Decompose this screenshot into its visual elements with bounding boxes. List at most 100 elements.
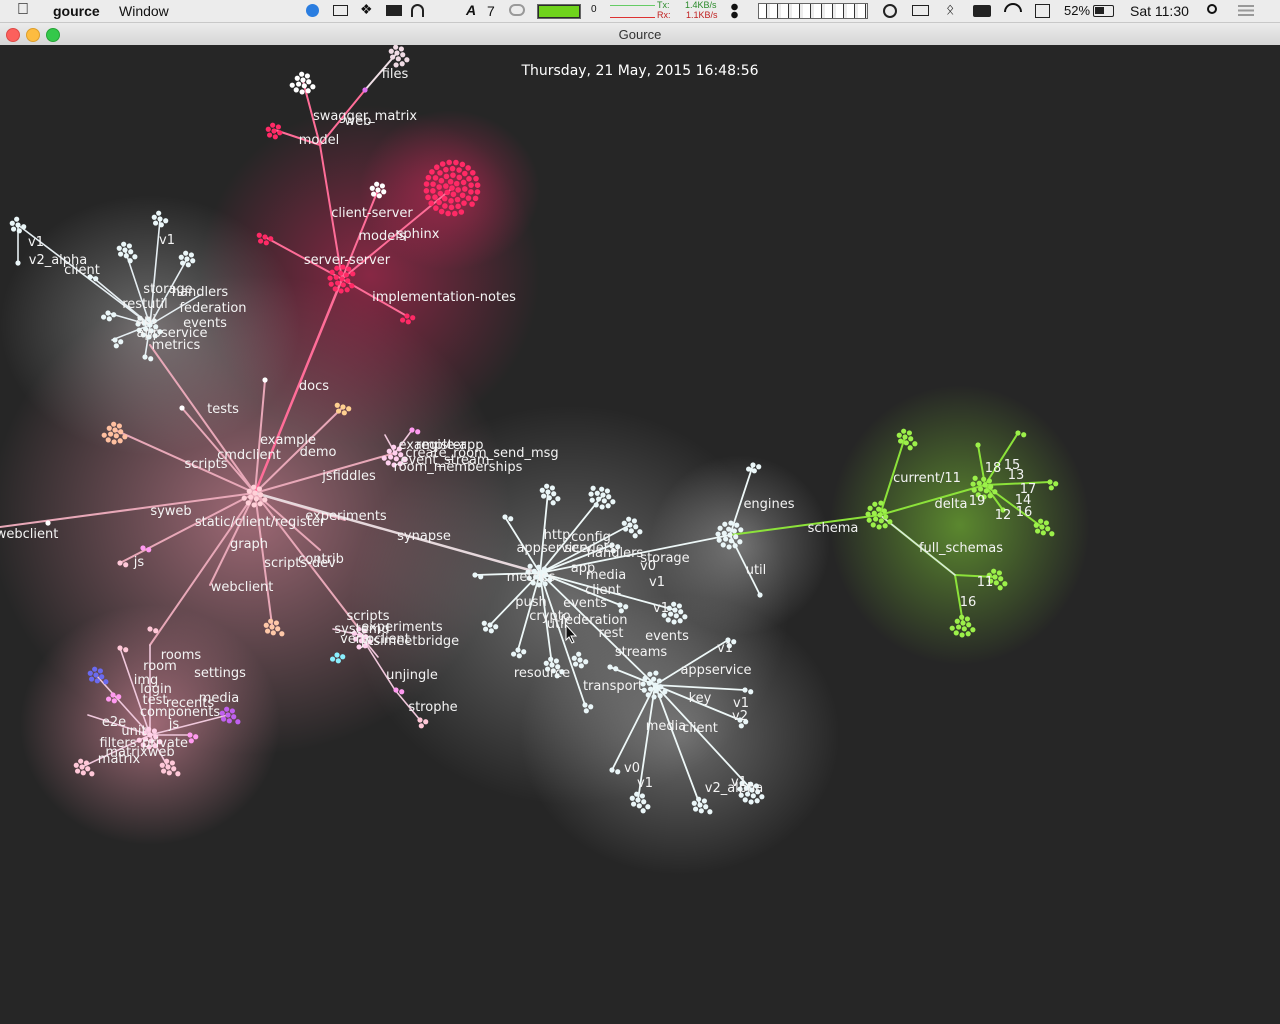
file-node: [652, 682, 658, 688]
gource-visualization[interactable]: files swagger_matrix web model client-server…: [0, 45, 1280, 1024]
file-node: [1043, 520, 1049, 526]
file-node: [645, 692, 651, 698]
file-node: [544, 483, 550, 489]
directory-label: matrix: [98, 752, 141, 767]
search-icon[interactable]: [1207, 4, 1217, 14]
file-node: [153, 628, 159, 634]
menu-window[interactable]: Window: [119, 3, 169, 19]
file-node: [338, 288, 344, 294]
calendar-icon[interactable]: [1035, 4, 1050, 18]
file-node: [639, 793, 645, 799]
headphones-icon[interactable]: [411, 4, 424, 17]
file-node: [590, 485, 596, 491]
file-node: [438, 208, 445, 215]
file-node: [369, 185, 375, 191]
file-node: [635, 797, 641, 803]
file-node: [375, 187, 381, 193]
file-node: [395, 56, 401, 62]
photo-icon[interactable]: [333, 5, 348, 16]
file-node: [112, 427, 118, 433]
file-node: [991, 568, 997, 574]
keyboard-icon[interactable]: [973, 5, 991, 17]
file-node: [335, 280, 341, 286]
file-node: [21, 224, 27, 230]
file-node: [443, 173, 450, 180]
file-node: [374, 181, 380, 187]
menu-app-name[interactable]: gource: [53, 3, 100, 19]
file-node: [728, 520, 734, 526]
file-node: [605, 503, 611, 509]
file-node: [901, 428, 907, 434]
file-node: [123, 562, 129, 568]
file-node: [117, 560, 123, 566]
file-node: [571, 655, 577, 661]
file-node: [966, 622, 972, 628]
directory-label: streams: [615, 645, 668, 660]
file-node: [960, 620, 966, 626]
file-node: [279, 631, 285, 637]
file-node: [998, 576, 1004, 582]
directory-label: media: [199, 691, 240, 706]
file-node: [455, 187, 461, 193]
file-node: [468, 182, 474, 188]
file-node: [148, 356, 154, 362]
file-node: [87, 670, 93, 676]
clock[interactable]: Sat 11:30: [1130, 3, 1189, 19]
file-node: [157, 216, 163, 222]
display-icon[interactable]: [386, 5, 402, 16]
apple-icon[interactable]: : [17, 1, 29, 19]
file-node: [642, 675, 648, 681]
notification-center-icon[interactable]: [1238, 5, 1254, 16]
directory-label: strophe: [408, 700, 457, 715]
directory-label: scripts: [185, 457, 228, 472]
file-node: [118, 251, 124, 257]
window-title-bar: Gource: [0, 23, 1280, 46]
bluetooth-icon[interactable]: ᛟ: [946, 1, 954, 17]
net-tx-label: Tx:: [657, 0, 670, 10]
file-node: [656, 678, 662, 684]
file-node: [748, 689, 754, 695]
file-node: [551, 491, 557, 497]
file-node: [449, 185, 455, 191]
file-node: [469, 169, 476, 176]
airplay-icon[interactable]: [912, 5, 929, 16]
directory-label: model: [299, 133, 339, 148]
file-node: [456, 174, 463, 181]
file-node: [717, 525, 723, 531]
file-node: [128, 249, 134, 255]
dropbox-icon[interactable]: ❖: [360, 1, 373, 18]
battery-icon[interactable]: [1093, 5, 1114, 17]
file-node: [623, 526, 629, 532]
file-node: [472, 572, 478, 578]
file-node: [175, 771, 181, 777]
file-node: [105, 437, 111, 443]
file-node: [588, 704, 594, 710]
file-node: [340, 282, 346, 288]
file-node: [751, 468, 757, 474]
file-node: [473, 175, 479, 182]
file-node: [178, 254, 184, 260]
creative-cloud-icon[interactable]: [509, 4, 525, 16]
file-node: [121, 241, 127, 247]
file-node: [165, 764, 171, 770]
time-machine-icon[interactable]: [883, 4, 897, 18]
file-node: [876, 506, 882, 512]
file-node: [263, 240, 269, 246]
file-node: [272, 134, 278, 140]
directory-label: restutil: [122, 297, 168, 312]
directory-label: unjingle: [386, 668, 438, 683]
file-node: [599, 504, 605, 510]
file-node: [301, 83, 307, 89]
file-node: [903, 440, 909, 446]
safari-icon[interactable]: [306, 4, 319, 17]
wifi-icon[interactable]: [1004, 3, 1022, 12]
file-node: [116, 423, 122, 429]
file-node: [404, 313, 410, 319]
directory-label: synapse: [397, 529, 451, 544]
font-icon[interactable]: A: [466, 2, 476, 18]
status-dots-icon[interactable]: [731, 3, 738, 19]
file-node: [122, 434, 128, 440]
file-node: [329, 269, 335, 275]
file-node: [258, 492, 264, 498]
file-node: [265, 126, 271, 132]
